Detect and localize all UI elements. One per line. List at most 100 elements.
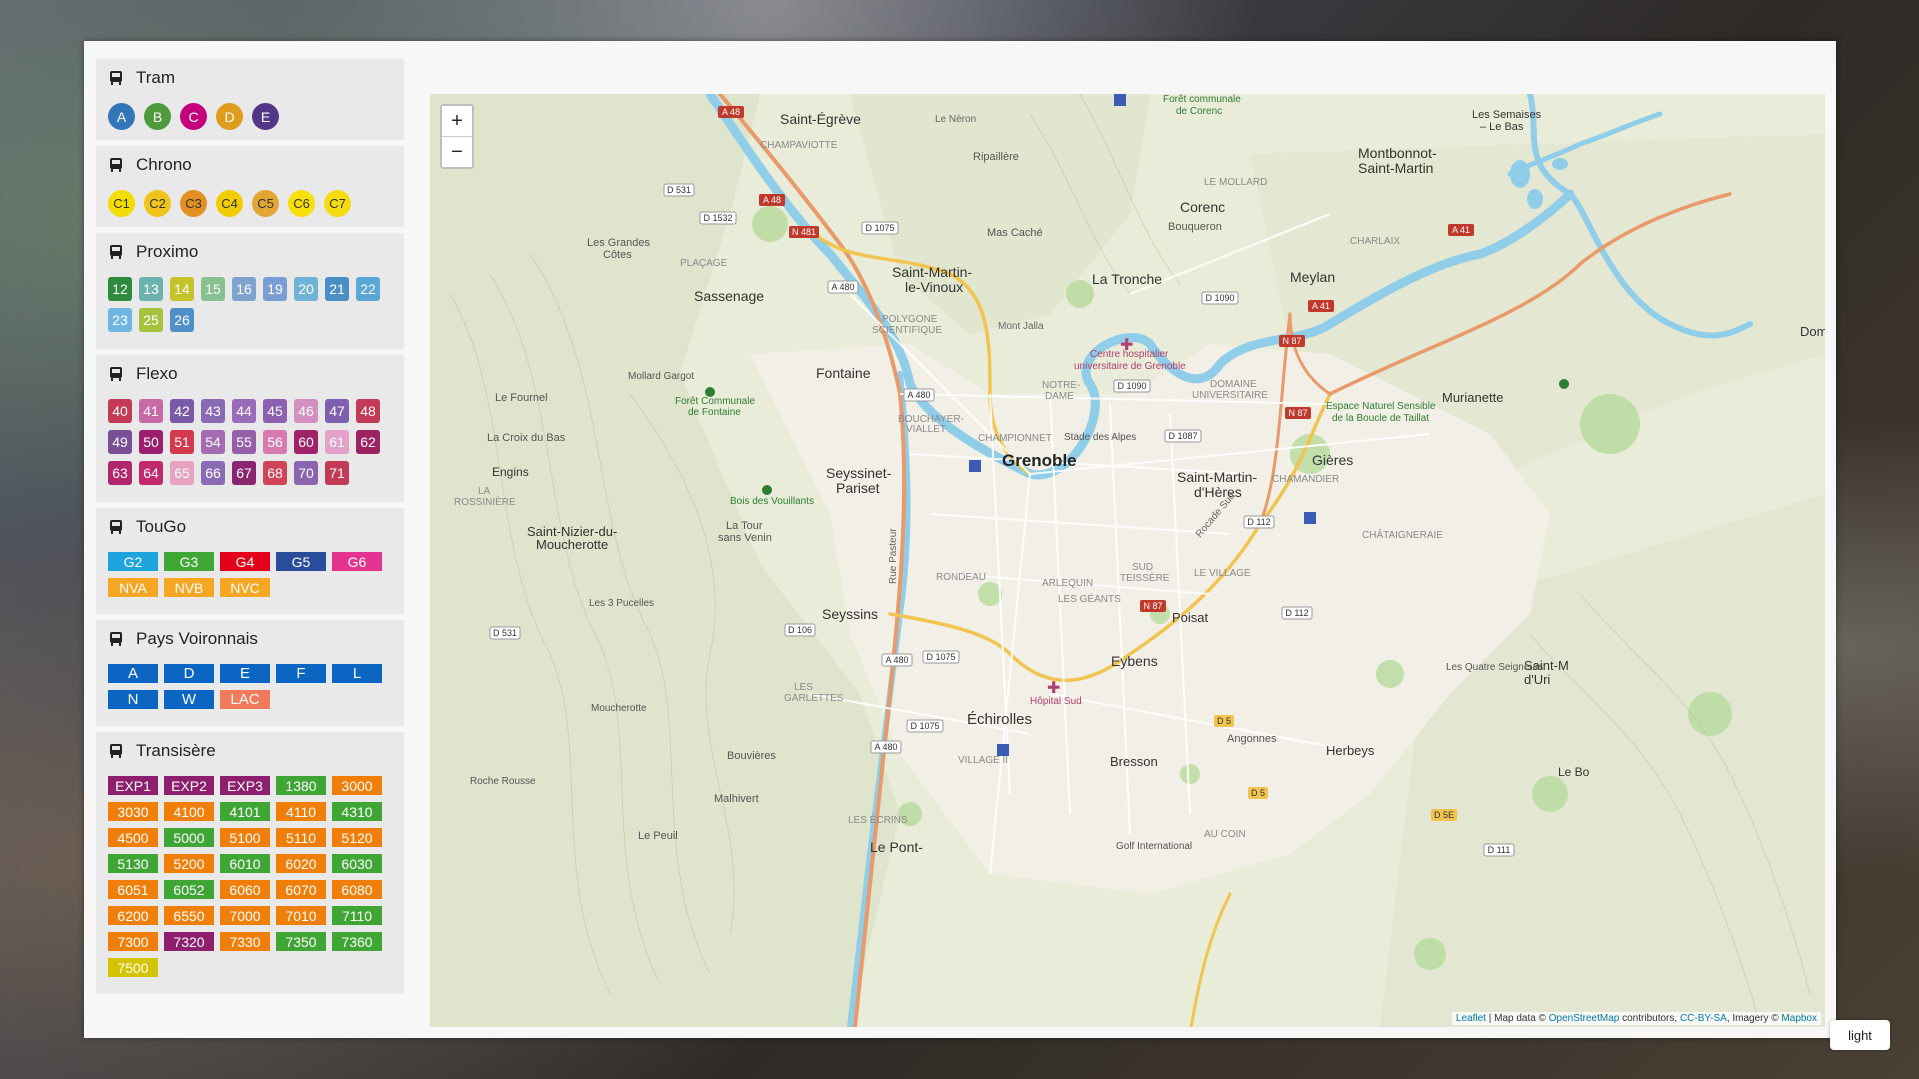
line-badge[interactable]: 5120 — [332, 828, 382, 847]
tram-station-icon[interactable] — [997, 744, 1009, 756]
line-badge[interactable]: 5200 — [164, 854, 214, 873]
line-badge[interactable]: 7350 — [276, 932, 326, 951]
line-badge[interactable]: E — [220, 664, 270, 683]
line-badge[interactable]: 3000 — [332, 776, 382, 795]
line-badge[interactable]: 5000 — [164, 828, 214, 847]
line-badge[interactable]: L — [332, 664, 382, 683]
line-badge[interactable]: C2 — [144, 190, 171, 217]
line-badge[interactable]: 6020 — [276, 854, 326, 873]
line-badge[interactable]: 65 — [170, 461, 194, 485]
line-badge[interactable]: 7110 — [332, 906, 382, 925]
line-badge[interactable]: 40 — [108, 399, 132, 423]
line-badge[interactable]: 16 — [232, 277, 256, 301]
line-badge[interactable]: NVC — [220, 578, 270, 597]
license-link[interactable]: CC-BY-SA — [1680, 1013, 1727, 1024]
line-badge[interactable]: 13 — [139, 277, 163, 301]
line-badge[interactable]: C3 — [180, 190, 207, 217]
line-badge[interactable]: C5 — [252, 190, 279, 217]
line-badge[interactable]: NVA — [108, 578, 158, 597]
zoom-in-button[interactable]: + — [442, 106, 472, 136]
line-badge[interactable]: 14 — [170, 277, 194, 301]
line-badge[interactable]: 6070 — [276, 880, 326, 899]
line-badge[interactable]: 7300 — [108, 932, 158, 951]
line-badge[interactable]: 6051 — [108, 880, 158, 899]
group-header[interactable]: Chrono — [108, 154, 392, 176]
line-badge[interactable]: 63 — [108, 461, 132, 485]
line-badge[interactable]: 68 — [263, 461, 287, 485]
line-badge[interactable]: 46 — [294, 399, 318, 423]
line-badge[interactable]: 5100 — [220, 828, 270, 847]
line-badge[interactable]: 6010 — [220, 854, 270, 873]
line-badge[interactable]: G4 — [220, 552, 270, 571]
line-badge[interactable]: W — [164, 690, 214, 709]
line-badge[interactable]: 7000 — [220, 906, 270, 925]
zoom-out-button[interactable]: − — [442, 136, 472, 167]
tram-station-icon[interactable] — [969, 460, 981, 472]
line-badge[interactable]: F — [276, 664, 326, 683]
line-badge[interactable]: 6030 — [332, 854, 382, 873]
line-badge[interactable]: 22 — [356, 277, 380, 301]
line-badge[interactable]: G5 — [276, 552, 326, 571]
group-header[interactable]: Flexo — [108, 363, 392, 385]
line-badge[interactable]: 6060 — [220, 880, 270, 899]
group-header[interactable]: Tram — [108, 67, 392, 89]
line-badge[interactable]: 6200 — [108, 906, 158, 925]
tram-station-icon[interactable] — [1114, 94, 1126, 106]
line-badge[interactable]: 20 — [294, 277, 318, 301]
group-header[interactable]: Pays Voironnais — [108, 628, 392, 650]
line-badge[interactable]: 19 — [263, 277, 287, 301]
line-badge[interactable]: C7 — [324, 190, 351, 217]
line-badge[interactable]: 23 — [108, 308, 132, 332]
line-badge[interactable]: E — [252, 103, 279, 130]
line-badge[interactable]: 4100 — [164, 802, 214, 821]
line-badge[interactable]: 4101 — [220, 802, 270, 821]
line-badge[interactable]: NVB — [164, 578, 214, 597]
line-badge[interactable]: 41 — [139, 399, 163, 423]
line-badge[interactable]: EXP3 — [220, 776, 270, 795]
line-badge[interactable]: 43 — [201, 399, 225, 423]
line-badge[interactable]: 61 — [325, 430, 349, 454]
group-header[interactable]: TouGo — [108, 516, 392, 538]
line-badge[interactable]: 15 — [201, 277, 225, 301]
line-badge[interactable]: C6 — [288, 190, 315, 217]
line-badge[interactable]: 3030 — [108, 802, 158, 821]
line-badge[interactable]: 47 — [325, 399, 349, 423]
line-badge[interactable]: G6 — [332, 552, 382, 571]
line-badge[interactable]: 7360 — [332, 932, 382, 951]
line-badge[interactable]: 44 — [232, 399, 256, 423]
line-badge[interactable]: EXP2 — [164, 776, 214, 795]
line-badge[interactable]: 26 — [170, 308, 194, 332]
line-badge[interactable]: 12 — [108, 277, 132, 301]
line-badge[interactable]: 7330 — [220, 932, 270, 951]
line-badge[interactable]: 71 — [325, 461, 349, 485]
line-badge[interactable]: 1380 — [276, 776, 326, 795]
line-badge[interactable]: 49 — [108, 430, 132, 454]
line-badge[interactable]: 60 — [294, 430, 318, 454]
mapbox-link[interactable]: Mapbox — [1781, 1013, 1817, 1024]
leaflet-link[interactable]: Leaflet — [1456, 1013, 1486, 1024]
line-badge[interactable]: G3 — [164, 552, 214, 571]
line-badge[interactable]: 4310 — [332, 802, 382, 821]
line-badge[interactable]: 50 — [139, 430, 163, 454]
line-badge[interactable]: 56 — [263, 430, 287, 454]
osm-link[interactable]: OpenStreetMap — [1549, 1013, 1620, 1024]
line-badge[interactable]: D — [216, 103, 243, 130]
line-badge[interactable]: 66 — [201, 461, 225, 485]
line-badge[interactable]: 48 — [356, 399, 380, 423]
line-badge[interactable]: D — [164, 664, 214, 683]
group-header[interactable]: Transisère — [108, 740, 392, 762]
line-badge[interactable]: C4 — [216, 190, 243, 217]
line-badge[interactable]: 25 — [139, 308, 163, 332]
line-badge[interactable]: 54 — [201, 430, 225, 454]
line-badge[interactable]: 6550 — [164, 906, 214, 925]
line-badge[interactable]: 51 — [170, 430, 194, 454]
tram-station-icon[interactable] — [1304, 512, 1316, 524]
line-badge[interactable]: EXP1 — [108, 776, 158, 795]
line-badge[interactable]: 70 — [294, 461, 318, 485]
line-badge[interactable]: A — [108, 664, 158, 683]
line-badge[interactable]: C1 — [108, 190, 135, 217]
line-badge[interactable]: 5130 — [108, 854, 158, 873]
line-badge[interactable]: 7320 — [164, 932, 214, 951]
line-badge[interactable]: 67 — [232, 461, 256, 485]
line-badge[interactable]: B — [144, 103, 171, 130]
